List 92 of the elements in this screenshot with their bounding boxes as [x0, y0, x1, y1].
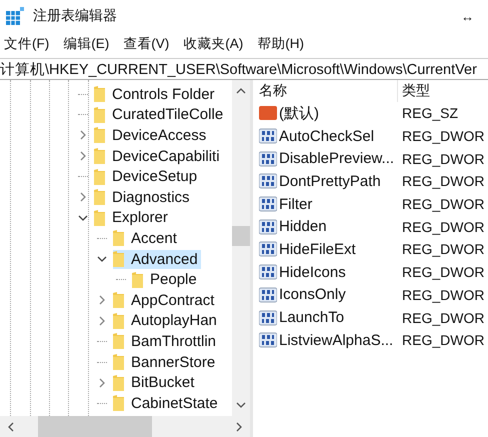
binary-value-icon	[259, 150, 277, 167]
folder-icon	[94, 168, 105, 185]
value-name[interactable]: HideIcons	[279, 264, 346, 281]
binary-value-icon	[259, 264, 277, 280]
tree-item[interactable]: AutoplayHan	[113, 311, 220, 330]
folder-icon	[94, 210, 105, 226]
value-type: REG_DWOR	[401, 150, 484, 167]
binary-value-icon	[259, 128, 277, 144]
tree-item[interactable]: People	[132, 270, 200, 290]
value-type: REG_DWOR	[401, 196, 484, 212]
value-name[interactable]: DontPrettyPath	[279, 172, 381, 190]
scroll-thumb[interactable]	[38, 416, 152, 437]
resize-glyph[interactable]: ↔	[461, 8, 474, 24]
tree-item[interactable]: DeviceCapabiliti	[94, 146, 223, 166]
chevron-right-icon[interactable]	[78, 130, 88, 140]
value-name[interactable]: DisablePreview...	[279, 150, 394, 168]
folder-icon	[94, 86, 105, 102]
tree-item[interactable]: Advanced	[113, 250, 201, 269]
value-type: REG_DWOR	[401, 241, 484, 258]
binary-value-icon	[259, 173, 277, 190]
value-name[interactable]: ListviewAlphaS...	[279, 332, 394, 349]
value-name[interactable]: (默认)	[279, 104, 319, 123]
tree-item[interactable]: DeviceAccess	[94, 126, 210, 145]
folder-icon	[132, 272, 143, 288]
vertical-scrollbar[interactable]	[232, 80, 250, 416]
tree-item[interactable]: Explorer	[94, 208, 171, 228]
binary-value-icon	[259, 196, 277, 212]
folder-icon	[113, 374, 124, 391]
value-name[interactable]: Hidden	[279, 218, 327, 236]
window-title: 注册表编辑器	[33, 7, 117, 25]
tree-item[interactable]: Diagnostics	[94, 188, 193, 207]
scroll-down-icon[interactable]	[236, 400, 246, 410]
value-name[interactable]: LaunchTo	[279, 309, 344, 326]
menu-item[interactable]: 查看(V)	[123, 35, 170, 53]
tree-item[interactable]: Controls Folder	[94, 84, 218, 104]
tree-item[interactable]: BannerStore	[113, 352, 218, 372]
value-type: REG_DWOR	[401, 332, 484, 348]
scroll-up-icon[interactable]	[236, 86, 246, 96]
value-name[interactable]: IconsOnly	[279, 286, 346, 304]
column-header[interactable]: 类型	[398, 80, 430, 102]
folder-icon	[113, 395, 124, 412]
value-name[interactable]: AutoCheckSel	[279, 128, 374, 145]
tree-item[interactable]: CabinetState	[113, 394, 221, 413]
folder-icon	[113, 292, 124, 308]
tree-item[interactable]: BitBucket	[113, 373, 198, 392]
chevron-right-icon[interactable]	[78, 151, 88, 162]
value-type: REG_DWOR	[401, 310, 484, 326]
folder-icon	[94, 106, 105, 123]
chevron-right-icon[interactable]	[97, 316, 107, 326]
value-type: REG_DWOR	[401, 286, 484, 303]
folder-icon	[113, 354, 124, 370]
menu-item[interactable]: 文件(F)	[4, 35, 50, 53]
folder-icon	[94, 148, 105, 164]
menu-item[interactable]: 编辑(E)	[63, 35, 110, 53]
folder-icon	[113, 312, 124, 329]
binary-value-icon	[259, 332, 277, 348]
scroll-thumb[interactable]	[232, 226, 250, 246]
binary-value-icon	[259, 218, 277, 235]
binary-value-icon	[259, 286, 277, 303]
value-type: REG_DWOR	[401, 218, 484, 235]
chevron-right-icon[interactable]	[97, 378, 107, 388]
folder-icon	[113, 230, 124, 246]
value-type: REG_SZ	[401, 105, 458, 122]
chevron-right-icon[interactable]	[97, 295, 107, 306]
scroll-left-icon[interactable]	[6, 422, 16, 432]
tree-item[interactable]: CuratedTileColle	[94, 105, 226, 124]
tree-item[interactable]: AppContract	[113, 290, 218, 310]
string-value-icon	[259, 105, 277, 122]
value-type: REG_DWOR	[401, 128, 484, 144]
value-name[interactable]: Filter	[279, 196, 312, 213]
binary-value-icon	[259, 310, 277, 326]
menu-item[interactable]: 收藏夹(A)	[183, 35, 244, 53]
horizontal-scrollbar[interactable]	[0, 416, 250, 437]
tree-item[interactable]: BamThrottlin	[113, 332, 220, 351]
value-type: REG_DWOR	[401, 264, 484, 280]
value-name[interactable]: HideFileExt	[279, 240, 356, 258]
address-bar[interactable]: 计算机\HKEY_CURRENT_USER\Software\Microsoft\Windows\CurrentVer	[0, 58, 488, 80]
column-header[interactable]: 名称	[255, 80, 398, 102]
folder-icon	[94, 127, 105, 144]
tree-item[interactable]: Accent	[113, 228, 180, 248]
tree-item[interactable]: DeviceSetup	[94, 167, 200, 186]
registry-editor-icon	[5, 6, 25, 26]
menu-item[interactable]: 帮助(H)	[257, 35, 304, 53]
chevron-right-icon[interactable]	[78, 192, 88, 202]
folder-icon	[94, 189, 105, 206]
chevron-down-icon[interactable]	[97, 254, 107, 264]
value-type: REG_DWOR	[401, 173, 484, 190]
folder-icon	[113, 251, 124, 268]
scroll-right-icon[interactable]	[234, 422, 244, 432]
folder-icon	[113, 333, 124, 350]
binary-value-icon	[259, 241, 277, 258]
chevron-down-icon[interactable]	[78, 212, 88, 223]
